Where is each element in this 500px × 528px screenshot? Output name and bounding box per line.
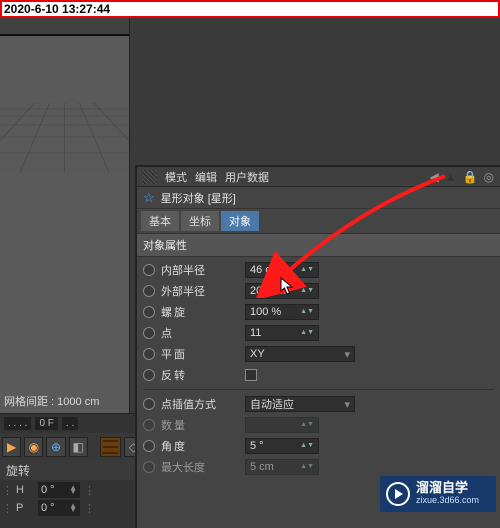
h-input[interactable]: 0 °▲▼ xyxy=(38,482,80,498)
dots-icon-2: ⋮ xyxy=(84,484,95,497)
watermark-subtitle: zixue.3d66.com xyxy=(416,494,479,506)
star-icon: ☆ xyxy=(143,190,155,206)
radio-plane[interactable] xyxy=(143,348,155,360)
hud-bar: . . . . 0 F . . xyxy=(0,413,145,433)
tab-basic[interactable]: 基本 xyxy=(141,211,179,231)
dots-icon: ⋮ xyxy=(2,484,12,497)
position-icon[interactable]: ⊕ xyxy=(46,437,65,457)
transform-fields: ⋮ H 0 °▲▼ ⋮ ⋮ P 0 °▲▼ ⋮ xyxy=(0,480,145,528)
input-maxlen[interactable]: 5 cm▲▼ xyxy=(245,459,319,475)
radio-maxlen[interactable] xyxy=(143,461,155,473)
timestamp-text: 2020-6-10 13:27:44 xyxy=(4,2,110,16)
input-angle[interactable]: 5 °▲▼ xyxy=(245,438,319,454)
h-label: H xyxy=(16,484,34,496)
label-reverse: 反转 xyxy=(161,367,239,383)
grid-spacing-label: 网格间距 : 1000 cm xyxy=(4,393,99,409)
film-icon[interactable] xyxy=(100,437,121,457)
input-outer-radius[interactable]: 200 cm▲▼ xyxy=(245,283,319,299)
radio-count[interactable] xyxy=(143,419,155,431)
section-object-attrs: 对象属性 xyxy=(137,233,500,257)
radio-reverse[interactable] xyxy=(143,369,155,381)
input-points[interactable]: 11▲▼ xyxy=(245,325,319,341)
lock-icon[interactable]: 🔒 xyxy=(463,170,478,184)
hud-dots-2: . . xyxy=(62,417,78,430)
viewport-3d[interactable]: 网格间距 : 1000 cm xyxy=(0,18,130,413)
menu-mode[interactable]: 模式 xyxy=(165,169,187,185)
watermark: 溜溜自学 zixue.3d66.com xyxy=(380,476,496,512)
header-icons: ◀ ▲ 🔒 ◎ xyxy=(429,170,494,184)
radio-inner-radius[interactable] xyxy=(143,264,155,276)
toolbar-row: ▶ ◉ ⊕ ◧ ◇ xyxy=(0,434,145,460)
hud-temp: 0 F xyxy=(35,417,57,430)
object-title-row: ☆ 星形对象 [星形] xyxy=(137,187,500,209)
timestamp-bar: 2020-6-10 13:27:44 xyxy=(0,0,500,18)
select-plane[interactable]: XY▾ xyxy=(245,346,355,362)
label-outer-radius: 外部半径 xyxy=(161,283,239,299)
grip-icon[interactable] xyxy=(143,170,157,184)
label-inner-radius: 内部半径 xyxy=(161,262,239,278)
input-inner-radius[interactable]: 46 cm▲▼ xyxy=(245,262,319,278)
panel-header: 模式 编辑 用户数据 ◀ ▲ 🔒 ◎ xyxy=(137,167,500,187)
menu-userdata[interactable]: 用户数据 xyxy=(225,169,269,185)
tabs: 基本 坐标 对象 xyxy=(137,209,500,233)
label-twist: 螺旋 xyxy=(161,304,239,320)
hud-dots-1: . . . . xyxy=(4,417,31,430)
play-icon[interactable]: ▶ xyxy=(2,437,21,457)
label-interp: 点插值方式 xyxy=(161,396,239,412)
input-count[interactable]: ▲▼ xyxy=(245,417,319,433)
label-count: 数量 xyxy=(161,417,239,433)
target-icon[interactable]: ◎ xyxy=(484,170,494,184)
label-angle: 角度 xyxy=(161,438,239,454)
radio-twist[interactable] xyxy=(143,306,155,318)
properties-list: 内部半径 46 cm▲▼ 外部半径 200 cm▲▼ 螺旋 100 %▲▼ 点 … xyxy=(137,257,500,480)
select-interp[interactable]: 自动适应▾ xyxy=(245,396,355,412)
menu-edit[interactable]: 编辑 xyxy=(195,169,217,185)
scale-icon[interactable]: ◧ xyxy=(69,437,88,457)
label-plane: 平面 xyxy=(161,346,239,362)
viewport-grid xyxy=(0,103,129,173)
tab-object[interactable]: 对象 xyxy=(221,211,259,231)
radio-angle[interactable] xyxy=(143,440,155,452)
watermark-title: 溜溜自学 xyxy=(416,482,479,494)
label-maxlen: 最大长度 xyxy=(161,459,239,475)
attribute-panel: 模式 编辑 用户数据 ◀ ▲ 🔒 ◎ ☆ 星形对象 [星形] 基本 坐标 对象 … xyxy=(135,165,500,528)
p-input[interactable]: 0 °▲▼ xyxy=(38,500,80,516)
record-icon[interactable]: ◉ xyxy=(24,437,43,457)
radio-points[interactable] xyxy=(143,327,155,339)
radio-outer-radius[interactable] xyxy=(143,285,155,297)
tab-coord[interactable]: 坐标 xyxy=(181,211,219,231)
radio-interp[interactable] xyxy=(143,398,155,410)
nav-up-icon[interactable]: ▲ xyxy=(445,170,457,184)
divider xyxy=(143,389,494,390)
input-twist[interactable]: 100 %▲▼ xyxy=(245,304,319,320)
dots-icon-3: ⋮ xyxy=(2,502,12,515)
rotate-label: 旋转 xyxy=(6,462,30,479)
label-points: 点 xyxy=(161,325,239,341)
checkbox-reverse[interactable] xyxy=(245,369,257,381)
viewport-divider xyxy=(0,18,129,36)
dots-icon-4: ⋮ xyxy=(84,502,95,515)
watermark-play-icon xyxy=(386,482,410,506)
object-name: 星形对象 [星形] xyxy=(161,190,236,206)
p-label: P xyxy=(16,502,34,514)
nav-back-icon[interactable]: ◀ xyxy=(429,170,438,184)
